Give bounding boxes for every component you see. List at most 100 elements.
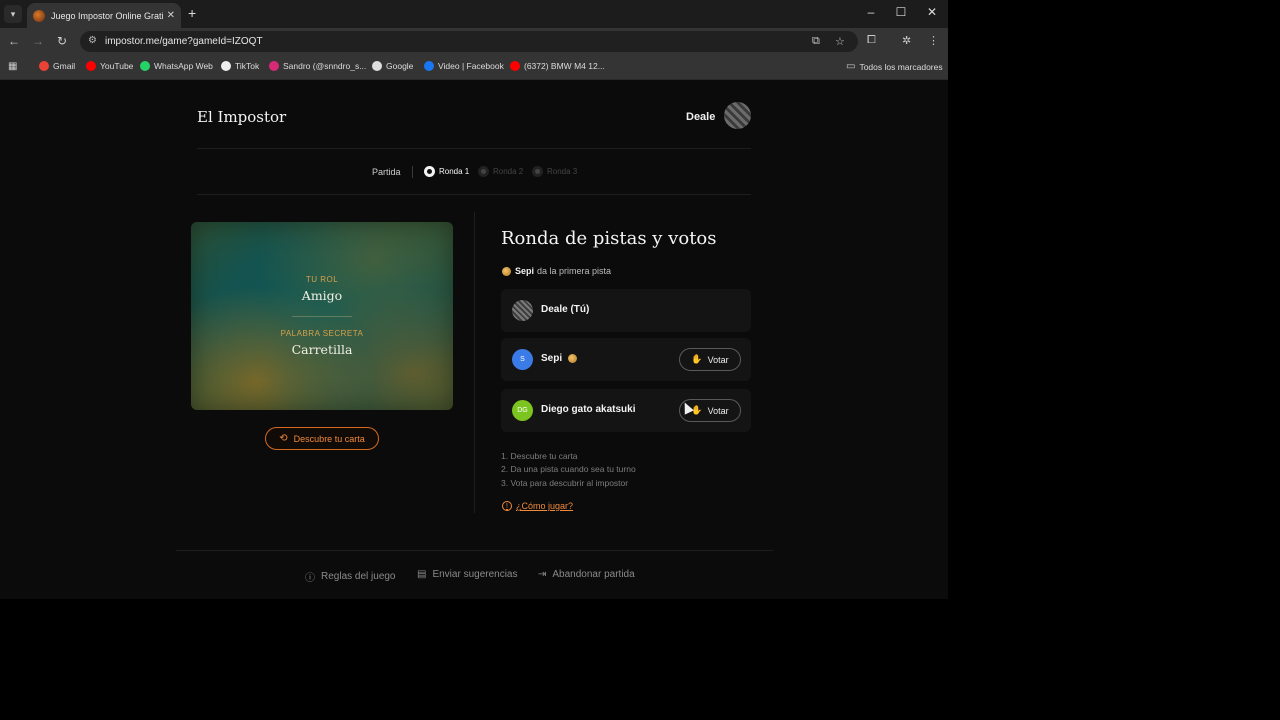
bookmark-label: WhatsApp Web (154, 61, 213, 71)
tab-strip: ▾ Juego Impostor Online Gratis - ✕ + – ☐… (0, 0, 948, 28)
role-label: TU ROL (305, 275, 339, 284)
forward-arrow-icon[interactable]: → (30, 34, 46, 48)
bookmark-label: Video | Facebook (438, 61, 504, 71)
reveal-card-label: Descubre tu carta (293, 433, 365, 444)
step-round-3-label: Ronda 3 (547, 167, 578, 176)
bookmark-favicon-icon (39, 61, 49, 71)
bookmark-item[interactable]: Gmail (39, 61, 75, 71)
rules-link[interactable]: ⓘ Reglas del juego (305, 569, 396, 584)
card-divider (292, 316, 352, 317)
site-info-icon[interactable]: ⚙ (88, 35, 97, 46)
close-window-button[interactable]: ✕ (922, 5, 942, 19)
how-to-play-link[interactable]: ! ¿Cómo jugar? (502, 501, 573, 511)
bookmark-favicon-icon (86, 61, 96, 71)
leave-game-link[interactable]: ⇥ Abandonar partida (538, 569, 635, 580)
vote-label: Votar (707, 354, 729, 365)
round-steps: Partida Ronda 1 Ronda 2 Ronda 3 (0, 166, 948, 180)
hand-icon: ✋ (691, 354, 703, 364)
apps-grid-icon[interactable]: ▦ (8, 61, 17, 72)
instructions-list: 1. Descubre tu carta 2. Da una pista cua… (501, 450, 636, 490)
chat-icon: ▤ (417, 569, 427, 580)
maximize-button[interactable]: ☐ (891, 5, 911, 19)
bookmark-item[interactable]: TikTok (221, 61, 259, 71)
bookmark-item[interactable]: (6372) BMW M4 12... (510, 61, 605, 71)
player-avatar (512, 300, 533, 321)
bookmark-favicon-icon (269, 61, 279, 71)
game-page: El Impostor Deale Partida Ronda 1 Ronda … (0, 81, 948, 599)
player-row-sepi: S Sepi ✋ Votar (501, 338, 751, 381)
refresh-icon: ⟲ (279, 433, 288, 444)
player-row-diego: DG Diego gato akatsuki ✋ Votar (501, 389, 751, 432)
round-title: Ronda de pistas y votos (501, 228, 717, 249)
bookmark-item[interactable]: Video | Facebook (424, 61, 504, 71)
step-round-1: Ronda 1 (424, 166, 469, 177)
first-clue-text: da la primera pista (537, 266, 612, 276)
user-avatar[interactable] (724, 102, 751, 129)
bookmarks-bar: ▦ Gmail YouTube WhatsApp Web TikTok Sandro (… (0, 55, 948, 80)
profile-icon[interactable]: ✲ (902, 34, 911, 47)
player-name-text: Sepi (541, 353, 563, 364)
url-text: impostor.me/game?gameId=IZOQT (105, 36, 263, 47)
bookmark-item[interactable]: Google (372, 61, 413, 71)
reveal-card-button[interactable]: ⟲ Descubre tu carta (265, 427, 379, 450)
reload-icon[interactable]: ↻ (54, 34, 70, 48)
logout-icon: ⇥ (538, 569, 547, 580)
menu-kebab-icon[interactable]: ⋮ (928, 34, 939, 47)
step-round-2: Ronda 2 (478, 166, 523, 177)
instruction-item: 2. Da una pista cuando sea tu turno (501, 464, 636, 475)
steps-divider (197, 194, 751, 195)
vote-label: Votar (707, 405, 729, 416)
leave-game-label: Abandonar partida (552, 569, 635, 580)
site-logo[interactable]: El Impostor (197, 108, 286, 126)
step-dot-icon (532, 166, 543, 177)
browser-toolbar: ← → ↻ ⚙ impostor.me/game?gameId=IZOQT ⧉ … (0, 28, 948, 55)
player-avatar: DG (512, 400, 533, 421)
bookmark-favicon-icon (372, 61, 382, 71)
role-card[interactable]: TU ROL Amigo PALABRA SECRETA Carretilla (191, 222, 453, 410)
browser-window: ▾ Juego Impostor Online Gratis - ✕ + – ☐… (0, 0, 948, 599)
turn-indicator-icon (502, 266, 511, 276)
suggestions-link[interactable]: ▤ Enviar sugerencias (417, 569, 518, 580)
header-divider (197, 148, 751, 149)
extensions-icon[interactable]: ⧠ (867, 34, 876, 47)
bookmark-item[interactable]: Sandro (@snndro_s... (269, 61, 366, 71)
column-divider (474, 212, 475, 513)
bookmark-label: YouTube (100, 61, 134, 71)
new-tab-button[interactable]: + (188, 5, 196, 21)
bookmark-label: Google (386, 61, 414, 71)
info-icon: ! (502, 501, 512, 511)
info-circle-icon: ⓘ (305, 573, 315, 584)
install-app-icon[interactable]: ⧉ (812, 35, 820, 48)
minimize-button[interactable]: – (861, 5, 881, 19)
address-bar[interactable]: ⚙ impostor.me/game?gameId=IZOQT ⧉ ☆ (80, 31, 858, 52)
bookmark-item[interactable]: WhatsApp Web (140, 61, 213, 71)
secret-word-value: Carretilla (291, 342, 353, 357)
player-name: Diego gato akatsuki (541, 404, 636, 415)
all-bookmarks-folder[interactable]: ▭ Todos los marcadores (846, 61, 943, 72)
bookmark-item[interactable]: YouTube (86, 61, 133, 71)
bookmark-label: Sandro (@snndro_s... (283, 61, 367, 71)
how-to-play-label: ¿Cómo jugar? (516, 501, 574, 511)
role-value: Amigo (301, 288, 343, 303)
step-round-1-label: Ronda 1 (439, 167, 470, 176)
tab-search-icon[interactable]: ▾ (4, 5, 22, 23)
step-round-2-label: Ronda 2 (493, 167, 524, 176)
instruction-item: 1. Descubre tu carta (501, 451, 578, 461)
instruction-item: 3. Vota para descubrir al impostor (501, 477, 629, 488)
player-name: Deale (Tú) (541, 304, 590, 315)
step-separator (412, 166, 413, 178)
user-name: Deale (686, 111, 716, 123)
bookmark-star-icon[interactable]: ☆ (835, 35, 845, 48)
rules-label: Reglas del juego (321, 571, 396, 582)
vote-button-sepi[interactable]: ✋ Votar (679, 348, 741, 371)
suggestions-label: Enviar sugerencias (432, 569, 518, 580)
bookmark-label: (6372) BMW M4 12... (524, 61, 605, 71)
step-match-label: Partida (372, 167, 401, 177)
close-tab-icon[interactable]: ✕ (167, 10, 175, 21)
step-round-3: Ronda 3 (532, 166, 577, 177)
bookmark-label: Gmail (53, 61, 76, 71)
back-arrow-icon[interactable]: ← (6, 34, 22, 48)
all-bookmarks-label: Todos los marcadores (859, 61, 943, 72)
step-dot-icon (424, 166, 435, 177)
browser-tab[interactable]: Juego Impostor Online Gratis - ✕ (27, 3, 181, 28)
